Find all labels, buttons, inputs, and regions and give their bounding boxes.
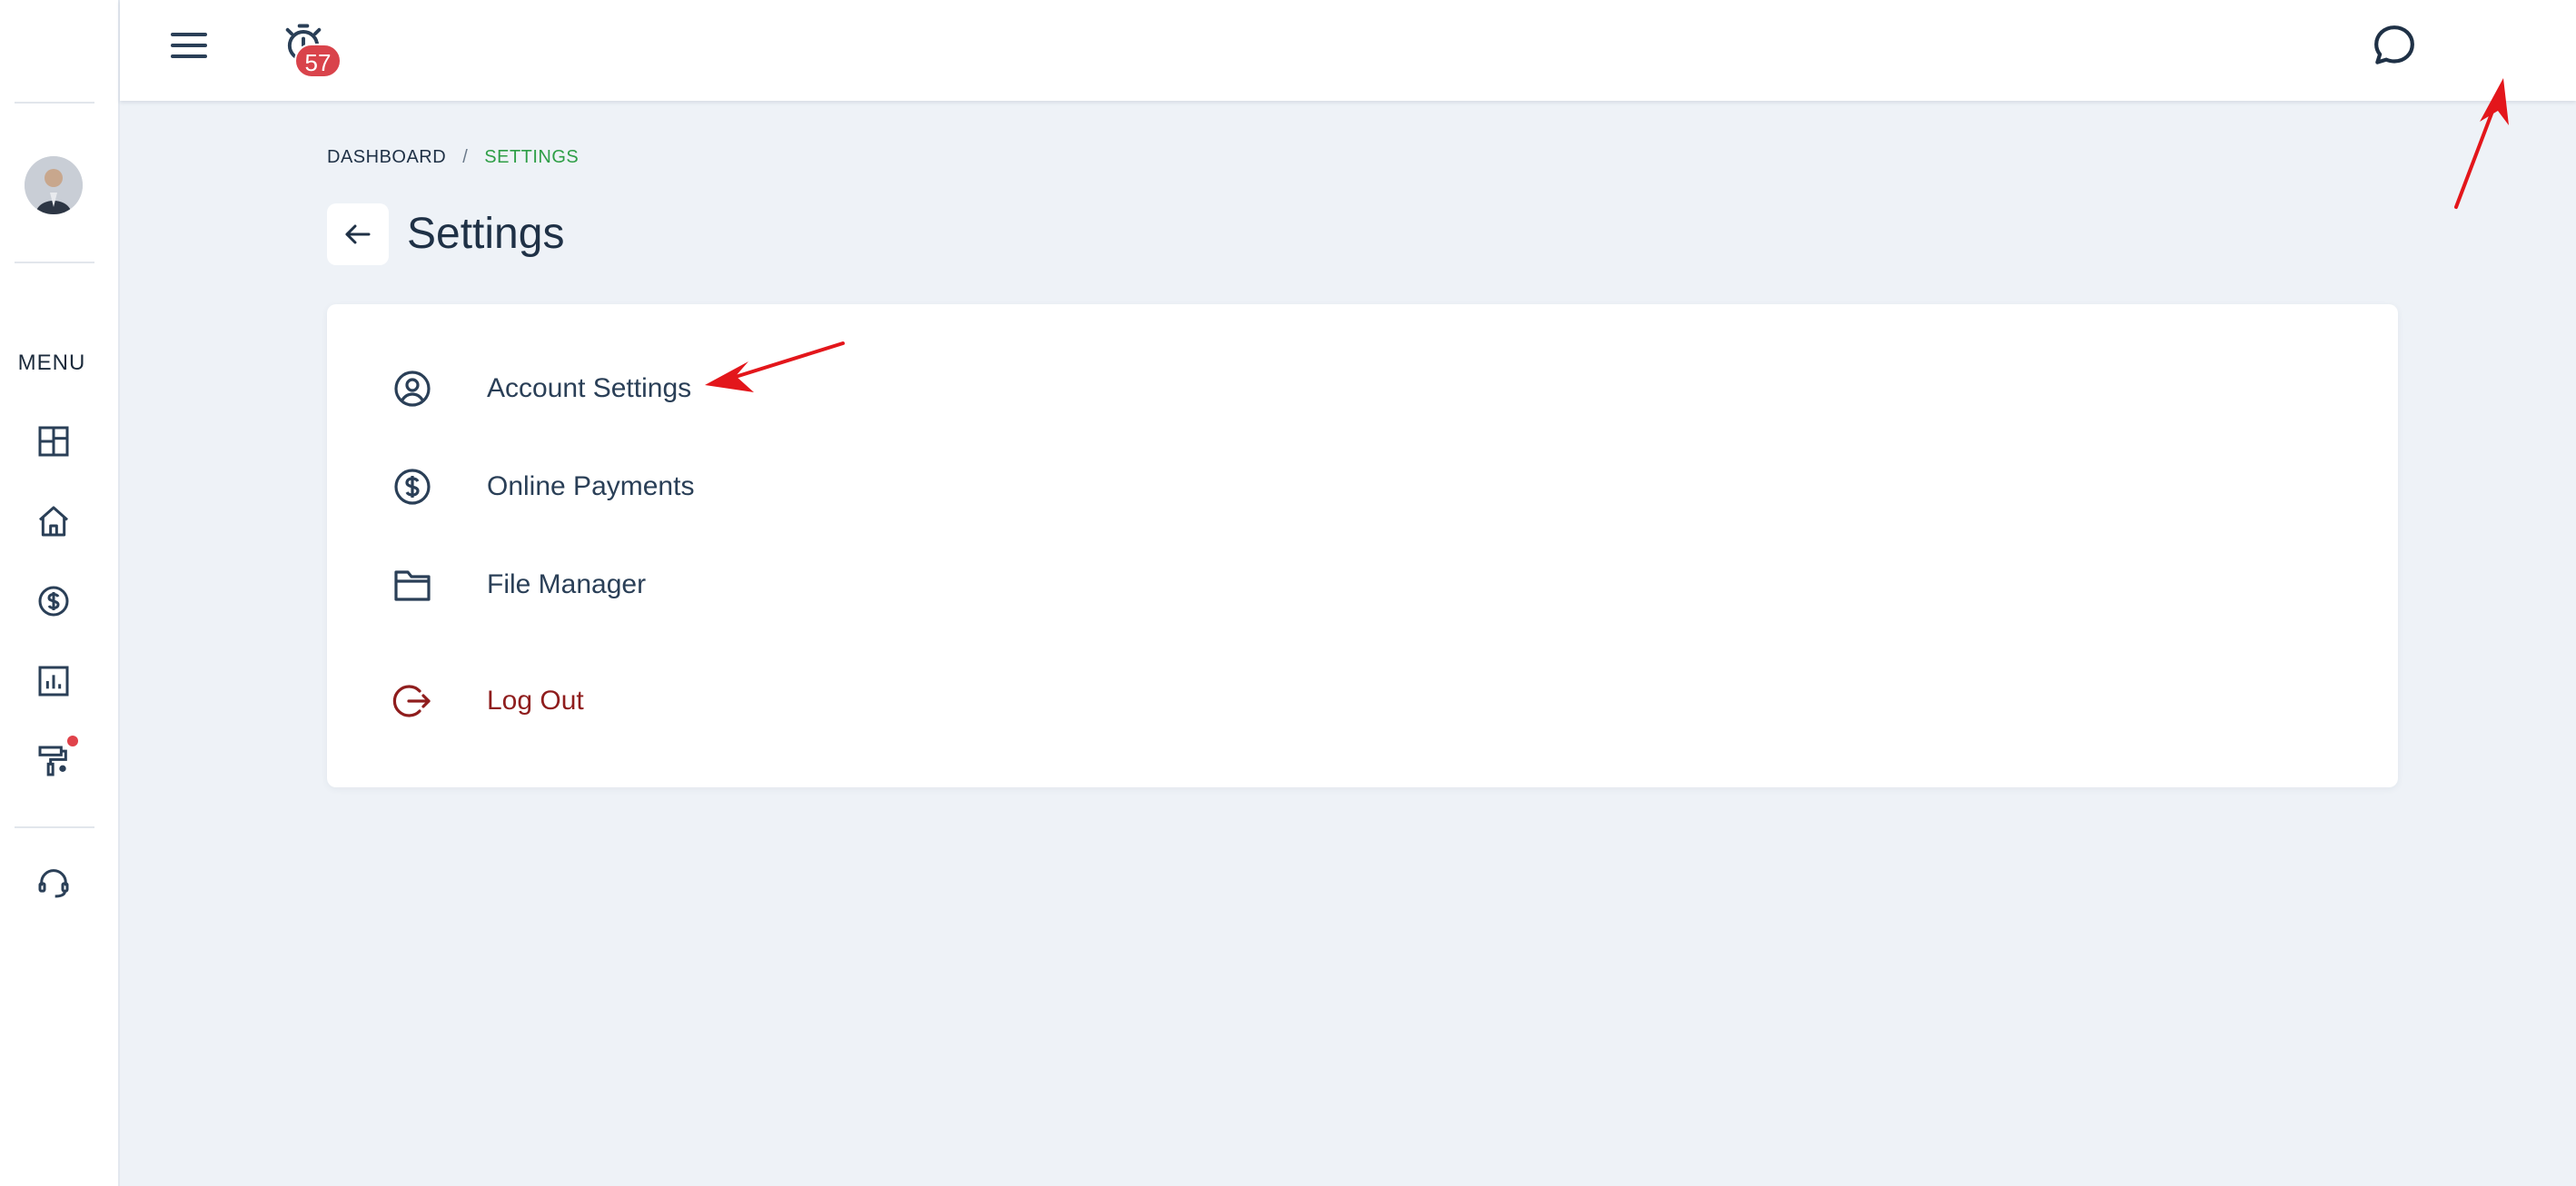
hamburger-menu-icon[interactable]	[167, 24, 211, 67]
timer-count-badge: 57	[294, 44, 342, 78]
account-settings-label: Account Settings	[487, 373, 692, 403]
log-out-item[interactable]: Log Out	[391, 674, 584, 728]
arrow-left-icon	[345, 224, 371, 244]
file-manager-item[interactable]: File Manager	[391, 558, 646, 612]
notification-dot	[67, 736, 78, 746]
online-payments-item[interactable]: Online Payments	[391, 460, 694, 514]
sidebar-divider	[15, 262, 94, 263]
sidebar-divider	[15, 826, 94, 828]
dollar-circle-icon	[391, 465, 434, 509]
dashboard-icon[interactable]	[35, 423, 72, 460]
settings-card: Account Settings Online Payments File Ma…	[327, 304, 2398, 787]
support-headset-icon[interactable]	[35, 865, 72, 901]
dollar-icon[interactable]	[35, 583, 72, 619]
account-settings-item[interactable]: Account Settings	[391, 361, 691, 416]
back-button[interactable]	[327, 203, 389, 265]
breadcrumb-dashboard[interactable]: DASHBOARD	[327, 147, 446, 167]
home-icon[interactable]	[35, 503, 72, 539]
avatar[interactable]	[25, 156, 83, 214]
breadcrumb: DASHBOARD / SETTINGS	[327, 147, 579, 168]
breadcrumb-separator: /	[462, 147, 469, 167]
sidebar: MENU	[0, 0, 120, 1186]
online-payments-label: Online Payments	[487, 471, 695, 501]
paint-roller-icon[interactable]	[35, 743, 72, 779]
menu-label: MENU	[17, 351, 86, 375]
file-manager-label: File Manager	[487, 569, 647, 599]
folder-icon	[391, 563, 434, 607]
user-circle-icon	[391, 367, 434, 410]
chat-icon[interactable]	[2369, 20, 2420, 71]
page-title: Settings	[407, 210, 565, 258]
breadcrumb-settings: SETTINGS	[484, 147, 580, 167]
log-out-label: Log Out	[487, 686, 584, 716]
logout-icon	[391, 679, 434, 723]
sidebar-divider	[15, 102, 94, 104]
report-icon[interactable]	[35, 663, 72, 699]
top-bar: 57	[120, 0, 2576, 101]
